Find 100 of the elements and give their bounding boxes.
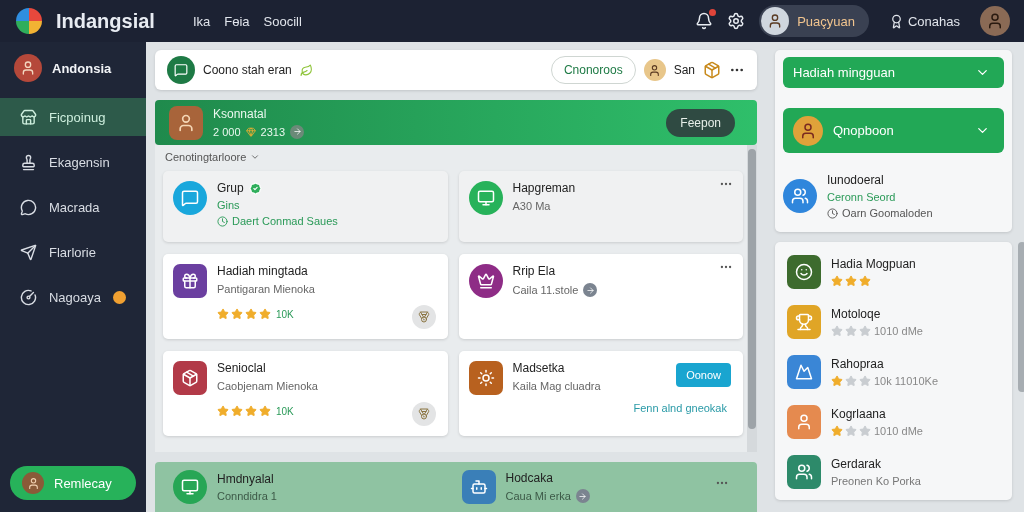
settings-button[interactable] [727, 12, 746, 30]
card-meta: Daert Conmad Saues [232, 215, 338, 227]
app-icon [173, 470, 207, 504]
reward-card[interactable]: Hadiah mingtada Pantigaran Mienoka 10K [163, 254, 448, 339]
card-subtitle: A30 Ma [512, 200, 551, 212]
card-subtitle: Pantigaran Mienoka [217, 283, 315, 295]
app-icon [468, 181, 503, 215]
leaderboard-row[interactable]: Motoloqe 1010 dMe [787, 300, 1004, 344]
app-card[interactable]: Hapgreman A30 Ma [458, 171, 743, 242]
leaf-icon [299, 63, 313, 77]
rating-count: 10K [276, 308, 294, 320]
row-count: 1010 dMe [874, 425, 923, 437]
app-card[interactable]: Rrip Ela Caila 11.stole [458, 254, 743, 339]
row-title: Rahopraa [831, 357, 885, 371]
card-title: Grup [217, 181, 244, 195]
card-title: Hmdnyalal [217, 472, 275, 486]
leaderboard-row[interactable]: Hadia Mogpuan [787, 250, 1004, 294]
card-subtitle: Caua Mi erka [505, 490, 571, 502]
star-icon [859, 375, 871, 387]
medal-icon [417, 408, 430, 420]
avatar [643, 59, 666, 81]
app-title: Indangsial [56, 9, 155, 33]
sidebar-item[interactable]: Flarlorie [0, 233, 146, 271]
sidebar-item[interactable]: Ficpoinug [0, 98, 146, 136]
row-subtitle: Preonen Ko Porka [831, 475, 921, 487]
medal-button[interactable] [411, 305, 436, 329]
row-title: Gerdarak [831, 457, 883, 471]
sidebar-label: Ekagensin [49, 154, 110, 170]
banner-button[interactable]: Feepon [666, 108, 735, 137]
star-icon [831, 325, 843, 337]
row-count: 1010 dMe [874, 325, 923, 337]
leaderboard-row[interactable]: Kogrlaana 1010 dMe [787, 400, 1004, 444]
card-subtitle: Conndidra 1 [217, 490, 277, 502]
card-title: Hodcaka [505, 471, 554, 485]
chat-icon [167, 56, 195, 84]
star-icon [231, 405, 243, 417]
row-title: Motoloqe [831, 307, 882, 321]
star-icon [245, 308, 257, 320]
gem-icon [245, 126, 256, 137]
sidebar-item[interactable]: Macrada [0, 188, 146, 226]
sidebar-item[interactable]: Ekagensin [0, 143, 146, 181]
nav-link[interactable]: Ika [192, 13, 211, 29]
bell-icon [695, 12, 714, 30]
sidebar-icon [20, 198, 37, 216]
achievements-button[interactable]: Conahas [882, 12, 966, 30]
clock-icon [827, 207, 838, 219]
card-title: Hadiah mingtada [217, 264, 309, 278]
nav-link[interactable]: Fɵia [224, 13, 250, 29]
user-pill[interactable]: Puaçyuan [759, 5, 869, 37]
sidebar-label: Nagoaya [48, 289, 101, 305]
profile-avatar [14, 54, 42, 82]
filter-dropdown[interactable]: Cenotingtarloore [163, 151, 263, 163]
scrollbar[interactable] [747, 145, 757, 452]
group-icon [783, 179, 817, 213]
card-link[interactable]: Fenn alnd gneokak [633, 402, 727, 414]
row-count: 10k 11010Ke [874, 375, 939, 387]
clock-icon [217, 215, 228, 227]
avatar [793, 115, 823, 146]
outline-button[interactable]: Cnonoroos [550, 56, 636, 84]
settings-icon [727, 12, 746, 30]
star-icon [845, 425, 857, 437]
star-icon [831, 425, 843, 437]
app-icon [468, 361, 503, 395]
notifications-button[interactable] [695, 12, 714, 30]
user-avatar[interactable] [980, 6, 1010, 36]
logo-icon[interactable] [16, 8, 42, 34]
app-icon [787, 355, 821, 389]
card-subtitle: Gins [217, 199, 241, 211]
star-icon [859, 275, 871, 287]
chevron-down-icon [250, 152, 261, 162]
banner-name: Ksonnatal [213, 106, 268, 121]
package-icon [703, 61, 721, 79]
reward-card[interactable]: Senioclal Caobjenam Mienoka 10K [163, 351, 448, 436]
profile-name: Andonsia [52, 60, 112, 76]
row-title: Hadia Mogpuan [831, 257, 916, 271]
star-icon [859, 325, 871, 337]
app-icon [787, 405, 821, 439]
medal-button[interactable] [411, 402, 436, 426]
user-name: San [673, 63, 695, 77]
composer-text: Coono stah eran [203, 63, 292, 77]
sidebar-label: Macrada [49, 199, 100, 215]
card-title: Hapgreman [512, 181, 576, 195]
leaderboard-row[interactable]: Rahopraa 10k 11010Ke [787, 350, 1004, 394]
sidebar-item[interactable]: Nagoaya [0, 278, 146, 316]
star-icon [859, 425, 871, 437]
sidebar-label: Flarlorie [49, 244, 96, 260]
banner-points: 2313 [260, 125, 285, 138]
sidebar-icon [20, 243, 37, 261]
group-card[interactable]: Grup Gins Daert Conmad Saues [163, 171, 448, 242]
banner-stat: 2 000 [213, 125, 241, 138]
group-title: Iunodoeral [827, 173, 885, 187]
app-card[interactable]: Madsetka Kaila Mag cluadra Oonow Fenn alnd gneokak [458, 351, 743, 436]
group-subtitle: Ceronn Seord [827, 191, 897, 203]
avatar [761, 7, 790, 35]
star-icon [845, 275, 857, 287]
star-icon [831, 375, 843, 387]
app-icon [787, 305, 821, 339]
leaderboard-row[interactable]: Gerdarak Preonen Ko Porka [787, 450, 1004, 494]
app-icon [461, 470, 496, 504]
nav-link[interactable]: Soocill [263, 13, 302, 29]
